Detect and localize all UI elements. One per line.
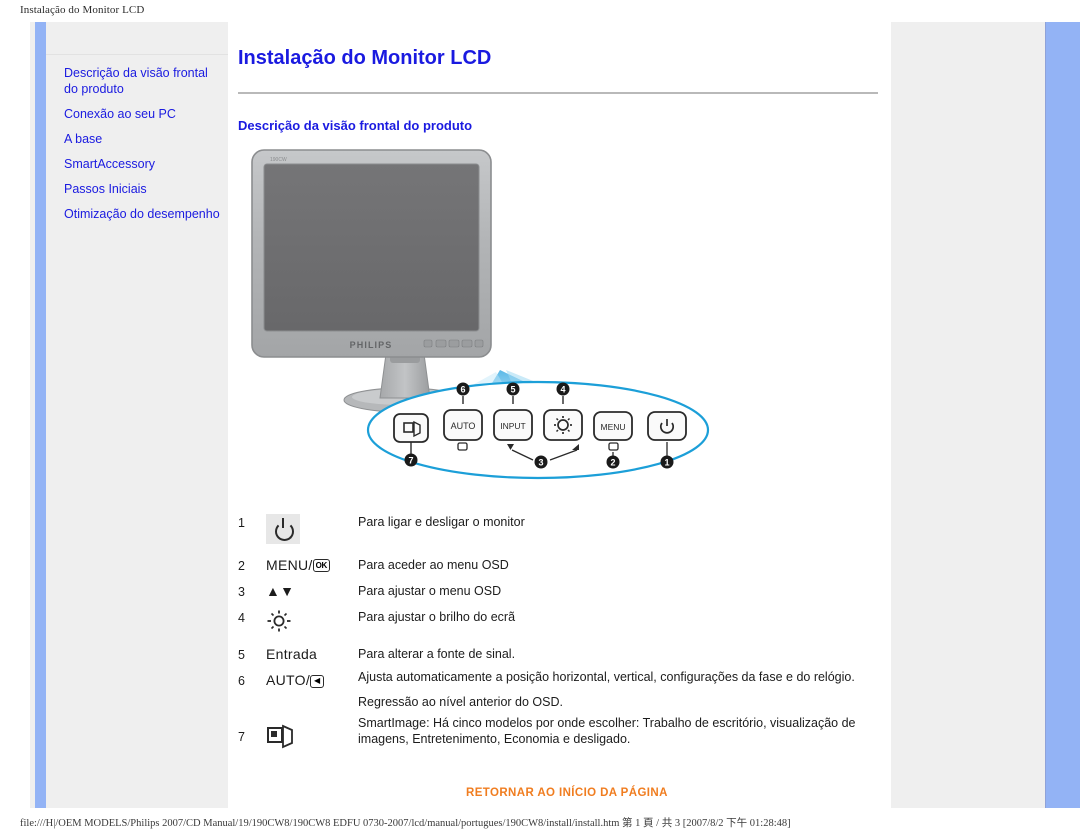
sidebar-item-passos-iniciais[interactable]: Passos Iniciais (64, 181, 222, 197)
main-content: Instalação do Monitor LCD Descrição da v… (238, 22, 891, 808)
up-down-arrow-icon: ▲▼ (266, 583, 295, 599)
right-blue-stripe (1045, 22, 1080, 808)
svg-text:5: 5 (510, 385, 515, 395)
monitor-body: 190CW PHILIPS (251, 149, 492, 358)
page-root: Instalação do Monitor LCD Descrição da v… (0, 0, 1080, 834)
control-description: Para ajustar o brilho do ecrã (358, 610, 516, 624)
control-description: Para ligar e desligar o monitor (358, 515, 525, 529)
philips-brand-label: PHILIPS (350, 340, 393, 350)
return-to-top-link[interactable]: RETORNAR AO INÍCIO DA PÁGINA (466, 787, 668, 799)
sidebar-divider (46, 54, 228, 55)
sidebar-item-conexao[interactable]: Conexão ao seu PC (64, 106, 222, 122)
control-row-7: 7 SmartImage: Há cinco modelos por onde … (238, 716, 878, 755)
control-row-3: 3 ▲▼ Para ajustar o menu OSD (238, 581, 878, 601)
sidebar-item-descricao[interactable]: Descrição da visão frontal do produto (64, 65, 222, 97)
control-number: 2 (238, 559, 245, 573)
control-description: Para aceder ao menu OSD (358, 558, 509, 572)
control-number: 3 (238, 585, 245, 599)
control-description: Ajusta automaticamente a posição horizon… (358, 670, 855, 684)
sidebar-item-otimizacao[interactable]: Otimização do desempenho (64, 206, 222, 222)
ok-icon: OK (312, 559, 331, 572)
left-arrow-icon: ◀ (310, 675, 325, 688)
page-title: Instalação do Monitor LCD (238, 47, 492, 69)
control-icon-power (266, 512, 358, 549)
power-icon (266, 514, 300, 544)
svg-text:7: 7 (408, 456, 413, 466)
section-title: Descrição da visão frontal do produto (238, 118, 473, 133)
control-icon-menu: MENU/OK (266, 555, 358, 575)
print-status-path: file:///H|/OEM MODELS/Philips 2007/CD Ma… (20, 818, 791, 829)
smartimage-icon (267, 724, 293, 749)
svg-text:MENU: MENU (600, 422, 625, 432)
control-row-5: 5 Entrada Para alterar a fonte de sinal. (238, 644, 878, 664)
svg-text:3: 3 (538, 458, 543, 468)
sidebar: Descrição da visão frontal do produto Co… (46, 22, 228, 808)
entrada-label: Entrada (266, 646, 318, 662)
monitor-figure: 190CW PHILIPS 7 AUTO 6 INPUT 5 4 3 MENU … (238, 142, 878, 507)
control-icon-smartimage (266, 716, 358, 755)
svg-text:2: 2 (610, 458, 615, 468)
menu-label: MENU/ (266, 557, 313, 573)
control-description: Para alterar a fonte de sinal. (358, 647, 516, 661)
control-row-1: 1 Para ligar e desligar o monitor (238, 512, 878, 549)
control-icon-brightness (266, 607, 358, 638)
control-number: 6 (238, 674, 245, 688)
svg-text:AUTO: AUTO (451, 421, 476, 431)
control-number: 1 (238, 516, 245, 530)
sidebar-item-smartaccessory[interactable]: SmartAccessory (64, 156, 222, 172)
control-number: 4 (238, 611, 245, 625)
print-header-title: Instalação do Monitor LCD (20, 4, 145, 16)
control-icon-auto: AUTO/◀ (266, 670, 358, 690)
svg-text:1: 1 (664, 458, 669, 468)
control-row-2: 2 MENU/OK Para aceder ao menu OSD (238, 555, 878, 575)
svg-text:4: 4 (560, 385, 565, 395)
control-description: Para ajustar o menu OSD (358, 584, 502, 598)
svg-text:INPUT: INPUT (500, 421, 526, 431)
monitor-stand (379, 353, 431, 399)
control-description-group: Ajusta automaticamente a posição horizon… (358, 670, 878, 710)
control-description-extra: Regressão ao nível anterior do OSD. (358, 694, 563, 709)
control-description: SmartImage: Há cinco modelos por onde es… (358, 716, 856, 746)
controls-list: 1 Para ligar e desligar o monitor 2 MENU… (238, 512, 878, 761)
svg-text:6: 6 (460, 385, 465, 395)
control-row-4: 4 Para ajustar o brilho do ecrã (238, 607, 878, 638)
brightness-icon (267, 610, 291, 632)
title-divider (238, 92, 878, 94)
control-row-6: 6 AUTO/◀ Ajusta automaticamente a posiçã… (238, 670, 878, 710)
auto-label: AUTO/ (266, 672, 311, 688)
control-icon-entrada: Entrada (266, 644, 358, 664)
control-number: 5 (238, 648, 245, 662)
control-number: 7 (238, 730, 245, 744)
monitor-illustration-svg: 190CW PHILIPS 7 AUTO 6 INPUT 5 4 3 MENU … (251, 149, 710, 480)
sidebar-item-a-base[interactable]: A base (64, 131, 222, 147)
sidebar-nav: Descrição da visão frontal do produto Co… (64, 65, 222, 231)
control-icon-arrows: ▲▼ (266, 581, 358, 601)
monitor-model-mark: 190CW (270, 157, 287, 163)
